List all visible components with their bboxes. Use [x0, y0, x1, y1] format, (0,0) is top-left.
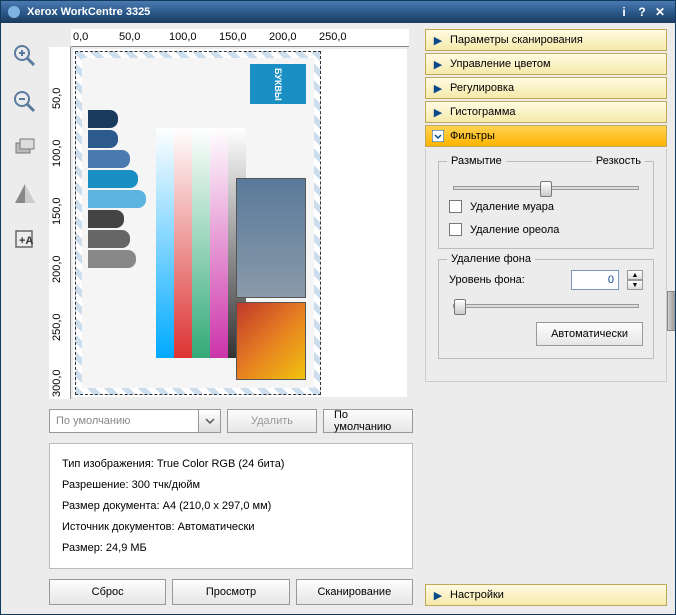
info-line: Источник документов: Автоматически [62, 517, 400, 538]
action-buttons: Сброс Просмотр Сканирование [49, 579, 413, 605]
info-line: Тип изображения: True Color RGB (24 бита… [62, 454, 400, 475]
preview-text: БУКВЫ [250, 64, 306, 104]
vertical-ruler: 50,0 100,0 150,0 200,0 250,0 300,0 [49, 47, 71, 399]
pane-grip[interactable] [667, 291, 675, 331]
scan-preview[interactable]: БУКВЫ [73, 49, 407, 397]
acc-filters[interactable]: Фильтры [425, 125, 667, 147]
zoom-in-icon[interactable] [10, 41, 40, 71]
sharp-label: Резкость [592, 155, 645, 167]
acc-settings[interactable]: ▶ Настройки [425, 584, 667, 606]
default-preset-button[interactable]: По умолчанию [323, 409, 413, 433]
slider-thumb[interactable] [454, 299, 466, 315]
window-title: Xerox WorkCentre 3325 [27, 6, 615, 18]
settings-pane: ▶ Параметры сканирования ▶ Управление цв… [421, 23, 675, 614]
auto-button[interactable]: Автоматически [536, 322, 643, 346]
preview-button[interactable]: Просмотр [172, 579, 289, 605]
close-icon[interactable]: ✕ [651, 4, 669, 20]
chevron-down-icon [432, 130, 444, 142]
filters-panel: Размытие Резкость Удаление муара Уд [425, 149, 667, 382]
info-line: Размер документа: A4 (210,0 x 297,0 мм) [62, 496, 400, 517]
rotate-icon[interactable] [10, 133, 40, 163]
acc-color-mgmt[interactable]: ▶ Управление цветом [425, 53, 667, 75]
info-icon[interactable]: i [615, 4, 633, 20]
auto-crop-icon[interactable]: +A [10, 225, 40, 255]
info-line: Разрешение: 300 тчк/дюйм [62, 475, 400, 496]
horizontal-ruler: 0,0 50,0 100,0 150,0 200,0 250,0 [71, 29, 409, 47]
scan-info: Тип изображения: True Color RGB (24 бита… [49, 443, 413, 569]
delete-preset-button[interactable]: Удалить [227, 409, 317, 433]
halo-label: Удаление ореола [470, 224, 559, 236]
slider-thumb[interactable] [540, 181, 552, 197]
blur-label: Размытие [447, 155, 506, 167]
ruler-area: 0,0 50,0 100,0 150,0 200,0 250,0 50,0 10… [49, 29, 413, 399]
accordion: ▶ Параметры сканирования ▶ Управление цв… [425, 29, 667, 382]
zoom-out-icon[interactable] [10, 87, 40, 117]
scan-button[interactable]: Сканирование [296, 579, 413, 605]
left-toolbar: +A [1, 23, 49, 614]
spin-up-icon[interactable]: ▲ [627, 270, 643, 280]
preview-pane: 0,0 50,0 100,0 150,0 200,0 250,0 50,0 10… [49, 23, 421, 614]
blur-sharp-slider[interactable] [453, 186, 639, 190]
halo-checkbox[interactable] [449, 223, 462, 236]
help-icon[interactable]: ? [633, 4, 651, 20]
bg-level-label: Уровень фона: [449, 274, 563, 286]
acc-scan-params[interactable]: ▶ Параметры сканирования [425, 29, 667, 51]
bg-removal-group: Удаление фона Уровень фона: 0 ▲ ▼ [438, 259, 654, 359]
preview-image: БУКВЫ [82, 58, 314, 388]
acc-histogram[interactable]: ▶ Гистограмма [425, 101, 667, 123]
chevron-right-icon: ▶ [432, 589, 444, 601]
chevron-right-icon: ▶ [432, 58, 444, 70]
spin-down-icon[interactable]: ▼ [627, 280, 643, 290]
preset-combo[interactable]: По умолчанию [49, 409, 221, 433]
bg-removal-title: Удаление фона [447, 253, 535, 265]
preset-row: По умолчанию Удалить По умолчанию [49, 409, 413, 433]
bg-level-slider[interactable] [453, 304, 639, 308]
selection-marquee[interactable]: БУКВЫ [75, 51, 321, 395]
chevron-down-icon[interactable] [198, 410, 220, 432]
info-line: Размер: 24,9 МБ [62, 538, 400, 559]
moire-label: Удаление муара [470, 201, 554, 213]
chevron-right-icon: ▶ [432, 106, 444, 118]
app-icon [7, 5, 21, 19]
mirror-icon[interactable] [10, 179, 40, 209]
titlebar: Xerox WorkCentre 3325 i ? ✕ [1, 1, 675, 23]
bg-level-input[interactable]: 0 [571, 270, 619, 290]
moire-checkbox[interactable] [449, 200, 462, 213]
svg-text:+A: +A [19, 235, 33, 247]
reset-button[interactable]: Сброс [49, 579, 166, 605]
acc-adjust[interactable]: ▶ Регулировка [425, 77, 667, 99]
chevron-right-icon: ▶ [432, 82, 444, 94]
blur-sharp-group: Размытие Резкость Удаление муара Уд [438, 161, 654, 249]
chevron-right-icon: ▶ [432, 34, 444, 46]
app-window: Xerox WorkCentre 3325 i ? ✕ +A [0, 0, 676, 615]
